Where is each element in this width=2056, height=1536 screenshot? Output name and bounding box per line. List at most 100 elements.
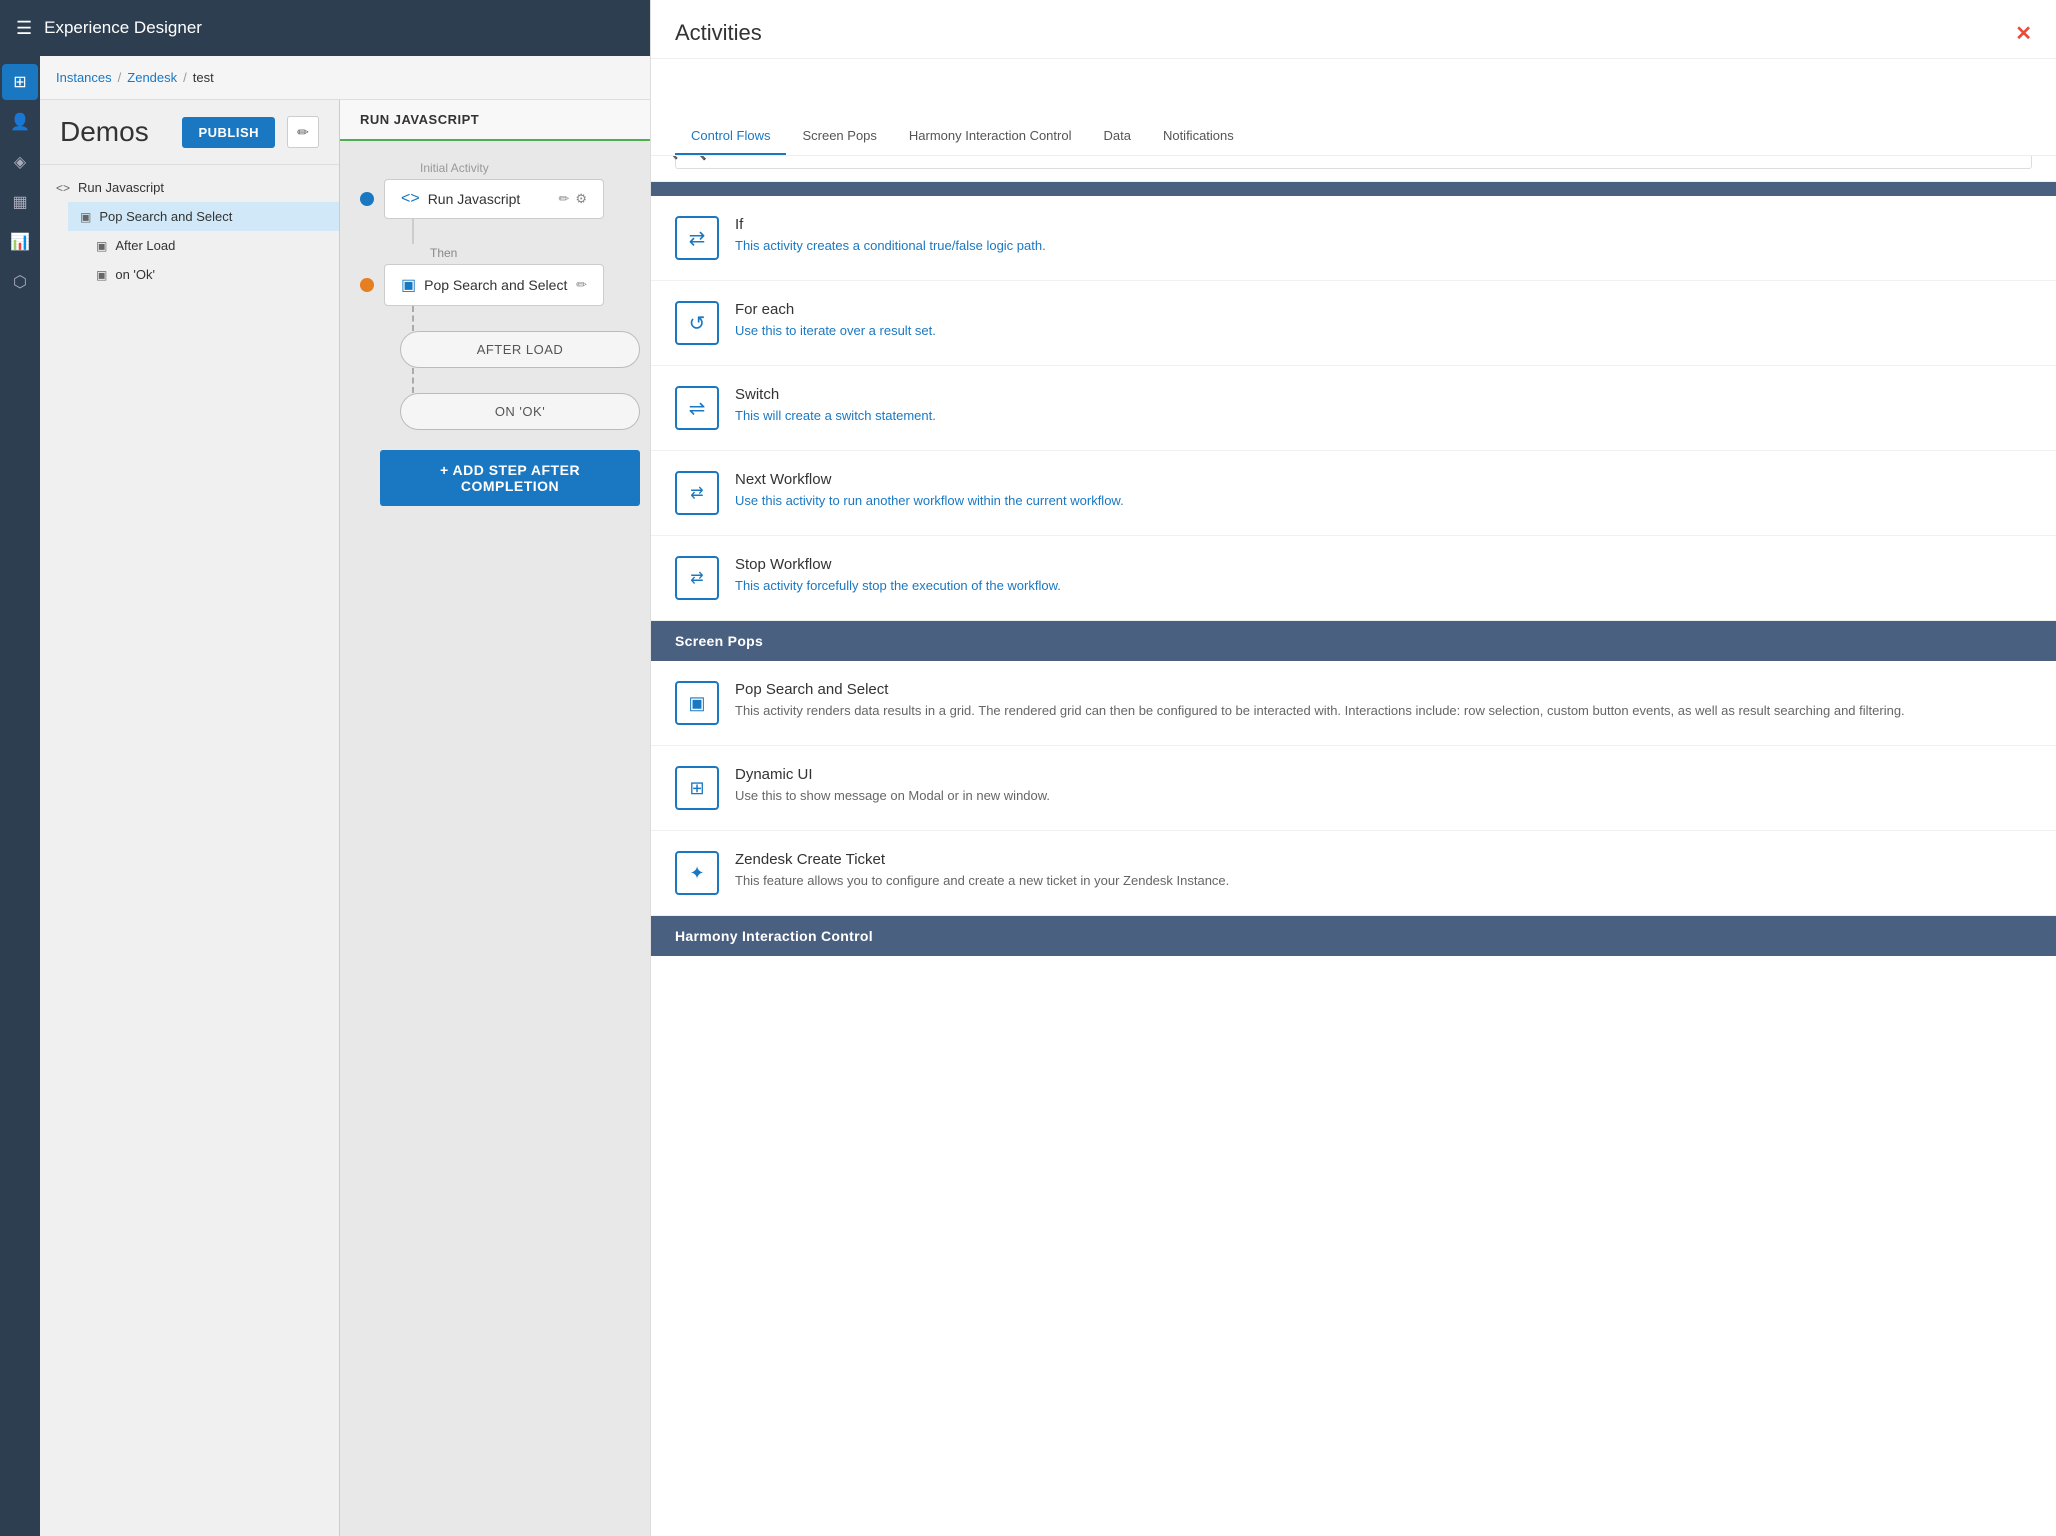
activity-item-next-workflow[interactable]: ⇄ Next Workflow Use this activity to run… [651,451,2056,536]
activity-icon-zendesk-ticket: ✦ [675,851,719,895]
flow-node-pop-search: ▣ Pop Search and Select ✏ [360,264,640,306]
flow-step-on-ok[interactable]: ON 'OK' [400,393,640,430]
flow-card-icon-run-javascript: <> [401,190,420,208]
tree-item-on-ok[interactable]: ▣ on 'Ok' [84,260,339,289]
breadcrumb-test: test [193,70,214,85]
settings-icon[interactable]: ⚙ [575,191,587,207]
tree-icon-pop-search: ▣ [80,210,91,224]
sidebar-icon-chart[interactable]: 📊 [2,224,38,260]
section-header-harmony: Harmony Interaction Control [651,916,2056,956]
activity-desc-dynamic-ui: Use this to show message on Modal or in … [735,787,2032,805]
sidebar-icon-user[interactable]: 👤 [2,104,38,140]
breadcrumb-sep2: / [183,70,187,85]
activity-desc-pop-search: This activity renders data results in a … [735,702,2032,720]
canvas-tab-run-javascript[interactable]: RUN JAVASCRIPT [360,112,479,127]
sidebar-icon-diamond[interactable]: ◈ [2,144,38,180]
activity-icon-pop-search: ▣ [675,681,719,725]
tree-area: <> Run Javascript ▣ Pop Search and Selec… [40,165,339,297]
activity-info-next-workflow: Next Workflow Use this activity to run a… [735,471,2032,510]
activity-item-pop-search[interactable]: ▣ Pop Search and Select This activity re… [651,661,2056,746]
flow-node-run-javascript: <> Run Javascript ✏ ⚙ [360,179,640,219]
activity-icon-if: ⇄ [675,216,719,260]
edit-button[interactable]: ✏ [287,116,319,148]
flow-card-actions-pop-search: ✏ [576,277,587,293]
tree-label-pop-search: Pop Search and Select [99,209,232,224]
activity-icon-for-each: ↺ [675,301,719,345]
activity-icon-switch: ⇌ [675,386,719,430]
activities-close-button[interactable]: ✕ [2015,21,2032,46]
activity-name-next-workflow: Next Workflow [735,471,2032,488]
activities-tabs: Control Flows Screen Pops Harmony Intera… [651,118,2056,156]
activity-name-if: If [735,216,2032,233]
tab-notifications[interactable]: Notifications [1147,118,1250,155]
section-header-screen-pops: Screen Pops [651,621,2056,661]
flow-line-1 [412,219,640,244]
tree-icon-run-javascript: <> [56,181,70,195]
edit-icon-2[interactable]: ✏ [576,277,587,293]
activity-item-for-each[interactable]: ↺ For each Use this to iterate over a re… [651,281,2056,366]
flow-card-label-pop-search: Pop Search and Select [424,277,567,293]
flow-dot-run-javascript [360,192,374,206]
edit-icon[interactable]: ✏ [558,191,569,207]
flow-card-pop-search[interactable]: ▣ Pop Search and Select ✏ [384,264,604,306]
tree-label-on-ok: on 'Ok' [115,267,155,282]
activity-info-if: If This activity creates a conditional t… [735,216,2032,255]
activity-name-switch: Switch [735,386,2032,403]
tree-item-run-javascript[interactable]: <> Run Javascript [40,173,339,202]
canvas-header: RUN JAVASCRIPT [340,100,660,141]
flow-card-label-run-javascript: Run Javascript [428,191,521,207]
then-label: Then [430,246,640,260]
activities-title: Activities [675,20,2015,46]
left-sidebar: ⊞ 👤 ◈ ▦ 📊 ⬡ [0,56,40,1536]
sidebar-icon-grid[interactable]: ▦ [2,184,38,220]
activity-item-zendesk-ticket[interactable]: ✦ Zendesk Create Ticket This feature all… [651,831,2056,916]
activity-info-dynamic-ui: Dynamic UI Use this to show message on M… [735,766,2032,805]
demos-header: Demos PUBLISH ✏ [40,100,339,165]
activity-item-stop-workflow[interactable]: ⇄ Stop Workflow This activity forcefully… [651,536,2056,621]
flow-card-actions-run-javascript: ✏ ⚙ [558,191,587,207]
breadcrumb-sep1: / [118,70,122,85]
activity-desc-zendesk-ticket: This feature allows you to configure and… [735,872,2032,890]
tab-control-flows[interactable]: Control Flows [675,118,786,155]
activity-info-zendesk-ticket: Zendesk Create Ticket This feature allow… [735,851,2032,890]
canvas-panel: RUN JAVASCRIPT Initial Activity <> Run J… [340,100,660,1536]
tree-label-run-javascript: Run Javascript [78,180,164,195]
activity-name-pop-search: Pop Search and Select [735,681,2032,698]
activity-item-if[interactable]: ⇄ If This activity creates a conditional… [651,196,2056,281]
activity-info-pop-search: Pop Search and Select This activity rend… [735,681,2032,720]
activity-icon-next-workflow: ⇄ [675,471,719,515]
activities-panel: Activities ✕ 🔍 Control Flows Screen Pops… [650,0,2056,1536]
tab-screen-pops[interactable]: Screen Pops [786,118,892,155]
activity-desc-stop-workflow: This activity forcefully stop the execut… [735,577,2032,595]
flow-step-after-load[interactable]: AFTER LOAD [400,331,640,368]
activity-item-dynamic-ui[interactable]: ⊞ Dynamic UI Use this to show message on… [651,746,2056,831]
activity-name-zendesk-ticket: Zendesk Create Ticket [735,851,2032,868]
breadcrumb-zendesk[interactable]: Zendesk [127,70,177,85]
flow-card-icon-pop-search: ▣ [401,275,416,295]
activity-desc-next-workflow: Use this activity to run another workflo… [735,492,2032,510]
tree-item-pop-search[interactable]: ▣ Pop Search and Select [68,202,339,231]
activity-desc-for-each: Use this to iterate over a result set. [735,322,2032,340]
activities-header: Activities ✕ [651,0,2056,59]
canvas-body: Initial Activity <> Run Javascript ✏ ⚙ T… [340,141,660,1527]
activity-item-switch[interactable]: ⇌ Switch This will create a switch state… [651,366,2056,451]
sidebar-icon-home[interactable]: ⊞ [2,64,38,100]
tab-data[interactable]: Data [1087,118,1146,155]
menu-icon[interactable]: ☰ [16,18,32,39]
activity-desc-switch: This will create a switch statement. [735,407,2032,425]
tab-harmony[interactable]: Harmony Interaction Control [893,118,1088,155]
add-step-button[interactable]: + ADD STEP AFTER COMPLETION [380,450,640,506]
activity-desc-if: This activity creates a conditional true… [735,237,2032,255]
flow-card-run-javascript[interactable]: <> Run Javascript ✏ ⚙ [384,179,604,219]
tree-item-after-load[interactable]: ▣ After Load [84,231,339,260]
flow-line-dashed-2 [412,368,640,393]
activity-icon-stop-workflow: ⇄ [675,556,719,600]
flow-dot-pop-search [360,278,374,292]
left-panel: Demos PUBLISH ✏ <> Run Javascript ▣ Pop … [40,100,340,1536]
sidebar-icon-module[interactable]: ⬡ [2,264,38,300]
demos-title: Demos [60,116,170,148]
tree-sub-group: ▣ Pop Search and Select ▣ After Load ▣ o… [40,202,339,289]
publish-button[interactable]: PUBLISH [182,117,275,148]
tree-icon-after-load: ▣ [96,239,107,253]
breadcrumb-instances[interactable]: Instances [56,70,112,85]
